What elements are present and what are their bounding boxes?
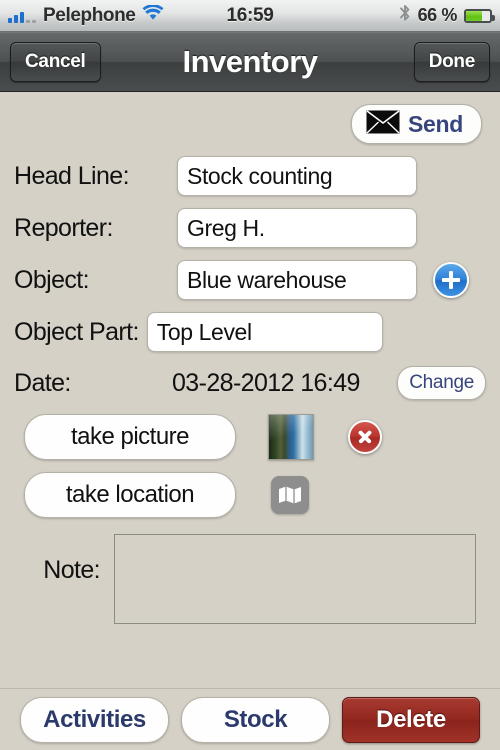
date-row: Date: 03-28-2012 16:49 Change xyxy=(14,366,486,400)
envelope-icon xyxy=(366,109,400,139)
send-row: Send xyxy=(14,92,486,144)
delete-circle-icon[interactable] xyxy=(348,420,382,454)
note-row: Note: xyxy=(14,534,486,624)
object-part-input[interactable]: Top Level xyxy=(146,312,383,352)
object-input[interactable]: Blue warehouse xyxy=(177,260,417,300)
reporter-label: Reporter: xyxy=(14,213,113,242)
headline-row: Head Line: Stock counting xyxy=(14,156,486,196)
status-bar-left: Pelephone xyxy=(8,4,164,27)
status-bar: Pelephone 16:59 66 % xyxy=(0,0,500,32)
status-time: 16:59 xyxy=(226,5,274,26)
status-bar-right: 66 % xyxy=(399,4,495,27)
picture-row: take picture xyxy=(14,414,486,460)
object-row: Object: Blue warehouse xyxy=(14,260,486,300)
reporter-row: Reporter: Greg H. xyxy=(14,208,486,248)
note-label: Note: xyxy=(43,556,100,584)
send-label: Send xyxy=(407,110,463,137)
bottom-toolbar: Activities Stock Delete xyxy=(0,688,500,750)
headline-label: Head Line: xyxy=(14,161,130,190)
cancel-button[interactable]: Cancel xyxy=(10,41,101,82)
object-part-row: Object Part: Top Level xyxy=(14,312,486,352)
headline-value: Stock counting xyxy=(187,162,333,189)
done-button[interactable]: Done xyxy=(413,41,490,82)
object-part-value: Top Level xyxy=(156,318,252,345)
object-part-label: Object Part: xyxy=(14,317,139,346)
date-label: Date: xyxy=(14,368,71,397)
take-location-button[interactable]: take location xyxy=(24,472,236,518)
app-screen: Pelephone 16:59 66 % Cancel Inventory Do… xyxy=(0,0,500,750)
reporter-input[interactable]: Greg H. xyxy=(177,208,417,248)
object-label: Object: xyxy=(14,265,90,294)
carrier-name: Pelephone xyxy=(43,4,136,26)
photo-thumbnail[interactable] xyxy=(268,414,314,460)
stock-button[interactable]: Stock xyxy=(181,696,330,743)
battery-percent: 66 % xyxy=(417,5,458,25)
headline-input[interactable]: Stock counting xyxy=(177,156,417,196)
reporter-value: Greg H. xyxy=(187,214,265,241)
plus-circle-icon[interactable] xyxy=(433,262,469,298)
battery-icon xyxy=(464,8,495,23)
map-icon[interactable] xyxy=(271,476,309,514)
signal-bars-icon xyxy=(8,9,36,23)
note-input[interactable] xyxy=(114,534,476,624)
form-content: Send Head Line: Stock counting Reporter:… xyxy=(0,92,500,624)
delete-button[interactable]: Delete xyxy=(342,696,480,743)
change-date-button[interactable]: Change xyxy=(397,366,486,400)
take-picture-button[interactable]: take picture xyxy=(24,414,236,460)
activities-button[interactable]: Activities xyxy=(20,696,169,743)
bluetooth-icon xyxy=(399,4,411,27)
navigation-bar: Cancel Inventory Done xyxy=(0,32,500,92)
wifi-icon xyxy=(142,4,164,26)
send-button[interactable]: Send xyxy=(350,104,482,144)
object-value: Blue warehouse xyxy=(187,266,347,293)
location-row: take location xyxy=(14,472,486,518)
date-value: 03-28-2012 16:49 xyxy=(172,368,360,397)
